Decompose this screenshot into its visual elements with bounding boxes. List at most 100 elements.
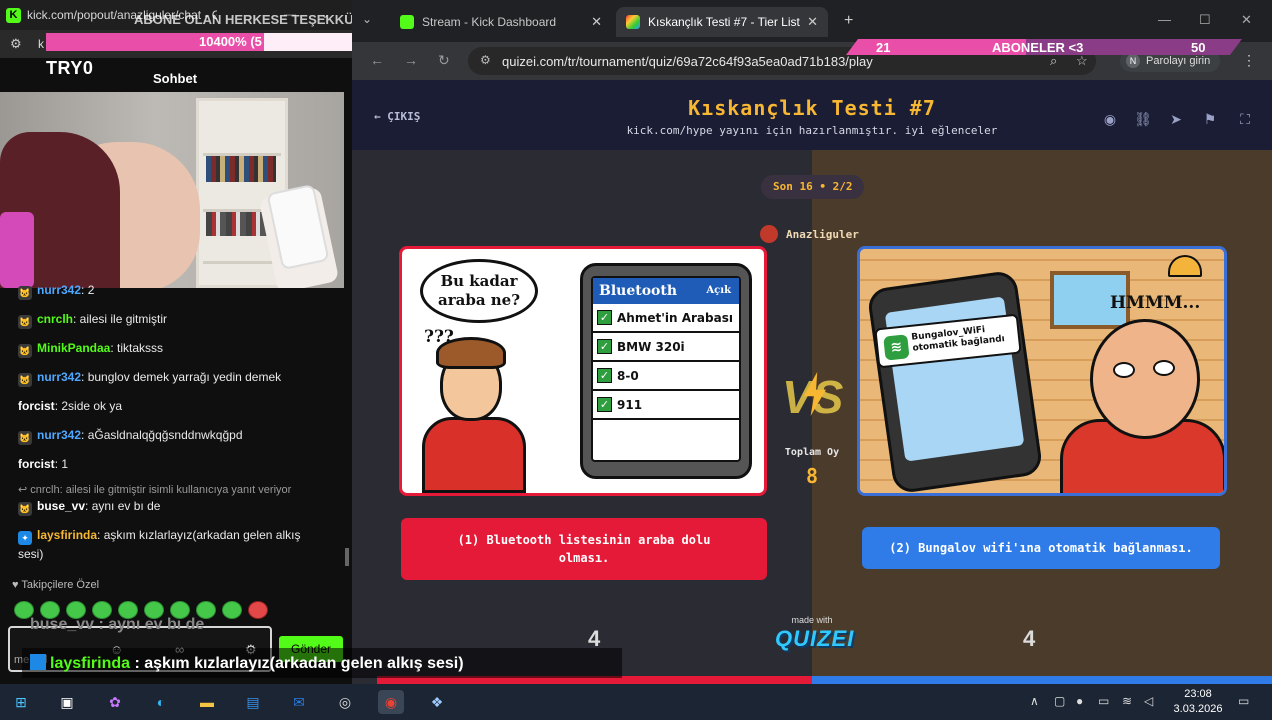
boy-body xyxy=(422,417,526,493)
windows-start-icon[interactable]: ⊞ xyxy=(8,690,34,714)
goal-bar: 10400% (5 xyxy=(46,33,352,51)
quizei-logo[interactable]: QUIZEI xyxy=(775,626,853,652)
store-icon[interactable]: ▤ xyxy=(240,690,266,714)
settings-sliders-icon[interactable]: ⚙ xyxy=(10,36,22,52)
boy-hair xyxy=(436,337,506,369)
emote-icon[interactable] xyxy=(248,601,268,619)
chat-username[interactable]: nurr342 xyxy=(37,370,81,384)
chat-message: 🐱 nurr342: aĞasldnalqğqğsnddnwkqğpd xyxy=(18,427,243,445)
wifi-icon[interactable]: ≋ xyxy=(1122,694,1132,708)
hmm-text: HMMM... xyxy=(1110,293,1201,313)
menu-kebab-icon[interactable]: ⋮ xyxy=(1242,52,1256,69)
wifi-icon: ≋ xyxy=(883,334,910,361)
microphone-icon[interactable]: ● xyxy=(1076,694,1083,708)
webcam-feed xyxy=(0,92,344,288)
tray-app-icon[interactable]: ▢ xyxy=(1054,694,1065,708)
minimize-icon[interactable]: — xyxy=(1158,12,1171,27)
goal-text: 10400% (5 xyxy=(199,34,262,49)
chat-message: 🐱 cnrclh: ailesi ile gitmiştir xyxy=(18,311,167,329)
outlook-icon[interactable]: ✉ xyxy=(286,690,312,714)
chat-scrollbar[interactable] xyxy=(345,548,349,566)
chrome-icon[interactable]: ◉ xyxy=(378,690,404,714)
checkbox-icon: ✓ xyxy=(597,397,612,412)
streamer-person xyxy=(0,132,230,288)
eye-icon[interactable]: ◉ xyxy=(1099,108,1121,130)
phone-illustration: Bluetooth Açık ✓ Ahmet'in Arabası ✓ BMW 32… xyxy=(580,263,752,479)
overlay-scroll-text: ABONE OLAN HERKESE TEŞEKKÜRLER <3 xyxy=(134,12,352,27)
emote-icon[interactable] xyxy=(222,601,242,619)
chat-username[interactable]: MinikPandaa xyxy=(37,341,110,355)
option-1-image[interactable]: Bu kadar araba ne? ??? Bluetooth Açık ✓ A… xyxy=(399,246,767,496)
phone-illustration xyxy=(866,269,1044,493)
close-window-icon[interactable]: ✕ xyxy=(1241,12,1252,28)
tray-overflow-icon[interactable]: ∧ xyxy=(1030,694,1039,708)
chat-username[interactable]: cnrclh xyxy=(37,312,73,326)
obs-icon[interactable]: ◎ xyxy=(332,690,358,714)
kick-badge-icon: ✦ xyxy=(18,531,32,545)
bookmark-star-icon[interactable]: ☆ xyxy=(1076,53,1088,69)
option-2-button[interactable]: (2) Bungalov wifi'ına otomatik bağlanmas… xyxy=(862,527,1220,569)
chat-message: 🐱 buse_vv: aynı ev bı de xyxy=(18,499,161,516)
tab-quiz[interactable]: Kıskançlık Testi #7 - Tier List, Kı ✕ xyxy=(616,7,828,37)
link-icon[interactable]: ⛓ xyxy=(1132,108,1154,130)
site-info-icon[interactable]: ⚙ xyxy=(480,53,491,67)
quiz-page: ← ÇIKIŞ Kıskançlık Testi #7 kick.com/hyp… xyxy=(352,80,1272,684)
chat-username[interactable]: forcist xyxy=(18,457,55,471)
password-button-label: Parolayı girin xyxy=(1146,55,1211,67)
followers-only-label: ♥ Takipçilere Özel xyxy=(12,579,100,591)
tab-search-icon[interactable]: ⌄ xyxy=(362,12,372,26)
forward-icon[interactable]: → xyxy=(404,52,418,68)
checkbox-icon: ✓ xyxy=(597,339,612,354)
made-with-text: made with xyxy=(791,615,833,625)
cat-badge-icon: 🐱 xyxy=(18,286,32,300)
close-tab-icon[interactable]: ✕ xyxy=(591,14,602,30)
sub-goal-label: ABONELER <3 xyxy=(992,40,1084,55)
fullscreen-icon[interactable]: ⛶ xyxy=(1234,108,1256,130)
close-tab-icon[interactable]: ✕ xyxy=(807,14,818,30)
chat-username[interactable]: nurr342 xyxy=(37,283,81,297)
bluetooth-state: Açık xyxy=(706,285,731,296)
option-2-image[interactable]: HMMM... ≋ Bungalov_WiFi otomatik bağland… xyxy=(857,246,1227,496)
bluetooth-device-row: ✓ BMW 320i xyxy=(593,333,739,362)
app-icon[interactable]: ❖ xyxy=(424,690,450,714)
maximize-icon[interactable]: ☐ xyxy=(1199,12,1211,28)
back-icon[interactable]: ← xyxy=(370,52,384,68)
speech-bubble: Bu kadar araba ne? xyxy=(420,259,538,323)
task-view-icon[interactable]: ▣ xyxy=(54,690,80,714)
bluetooth-title: Bluetooth xyxy=(599,283,678,299)
sub-goal-bar: 21 ABONELER <3 50 xyxy=(846,39,1242,55)
checkbox-icon: ✓ xyxy=(597,368,612,383)
notifications-icon[interactable]: ▭ xyxy=(1238,694,1249,708)
chat-username[interactable]: forcist xyxy=(18,399,55,413)
chat-window: K kick.com/popout/anazliguler/chat - G..… xyxy=(0,0,352,684)
reload-icon[interactable]: ↻ xyxy=(438,52,450,69)
chat-message: forcist: 2side ok ya xyxy=(18,398,122,414)
chat-username[interactable]: nurr342 xyxy=(37,428,81,442)
copilot-icon[interactable]: ✿ xyxy=(102,690,128,714)
chat-text: : ailesi ile gitmiştir xyxy=(73,312,168,326)
flag-icon[interactable]: ⚑ xyxy=(1199,108,1221,130)
chat-text: : 1 xyxy=(54,457,69,471)
chat-message: 🐱 nurr342: 2 xyxy=(18,282,94,300)
zoom-icon[interactable]: ⌕ xyxy=(1050,53,1057,69)
system-clock[interactable]: 23:08 3.03.2026 xyxy=(1168,687,1228,717)
avatar xyxy=(760,225,778,243)
overlay-caption: laysfirinda : aşkım kızlarlayız(arkadan … xyxy=(30,654,464,673)
option-2-vote-bar xyxy=(812,676,1272,684)
man-head xyxy=(1090,319,1200,439)
chat-message-continuation: sesi) xyxy=(18,547,44,561)
volume-icon[interactable]: ◁ xyxy=(1144,694,1153,708)
file-explorer-icon[interactable]: ▬ xyxy=(194,690,220,714)
battery-icon[interactable]: ▭ xyxy=(1098,694,1109,708)
tab-kick-dashboard[interactable]: Stream - Kick Dashboard ✕ xyxy=(390,7,612,37)
bluetooth-device-row: ✓ 911 xyxy=(593,391,739,420)
screen: K kick.com/popout/anazliguler/chat - G..… xyxy=(0,0,1272,720)
reply-note: ↩ cnrclh: ailesi ile gitmiştir isimli ku… xyxy=(18,484,292,496)
total-votes-label: Toplam Oy xyxy=(784,447,840,458)
chat-message: 🐱 nurr342: bunglov demek yarrağı yedin de… xyxy=(18,369,281,387)
send-icon[interactable]: ➤ xyxy=(1165,108,1187,130)
option-1-button[interactable]: (1) Bluetooth listesinin araba dolu olma… xyxy=(401,518,767,580)
edge-icon[interactable]: ◐ xyxy=(148,690,174,714)
cat-badge-icon: 🐱 xyxy=(18,502,32,516)
new-tab-icon[interactable]: + xyxy=(844,12,853,30)
